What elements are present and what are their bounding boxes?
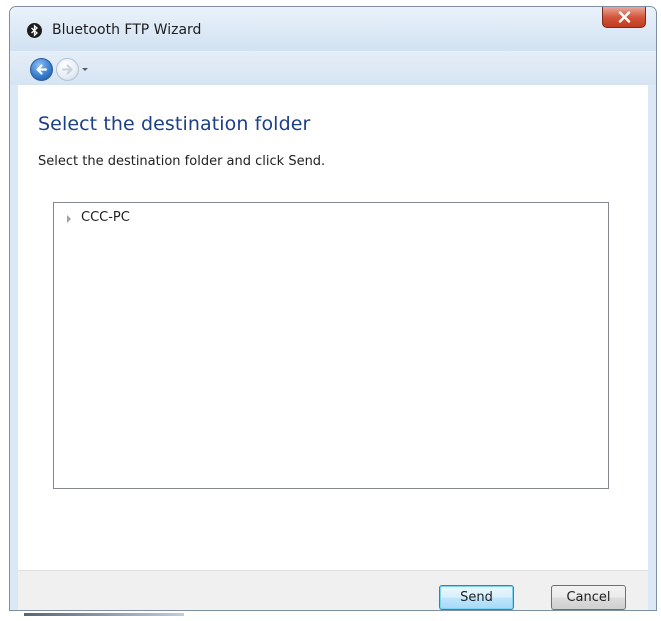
expand-arrow-icon[interactable]: [67, 215, 71, 223]
navigation-bar: [10, 51, 656, 85]
back-arrow-icon: [36, 64, 48, 75]
wizard-content: Select the destination folder Select the…: [18, 85, 648, 570]
taskbar-edge: [24, 613, 184, 616]
tree-item-label[interactable]: CCC-PC: [81, 210, 130, 225]
bluetooth-icon: [27, 23, 42, 38]
close-button[interactable]: [602, 7, 646, 28]
folder-tree[interactable]: CCC-PC: [53, 202, 609, 489]
close-icon: [618, 11, 631, 23]
button-bar: Send Cancel: [18, 570, 648, 610]
chevron-down-icon[interactable]: [82, 68, 88, 71]
title-bar[interactable]: Bluetooth FTP Wizard: [10, 7, 656, 51]
back-button[interactable]: [30, 58, 53, 81]
instruction-text: Select the destination folder and click …: [38, 154, 326, 169]
send-button[interactable]: Send: [439, 585, 514, 610]
forward-arrow-icon: [62, 64, 73, 75]
page-title: Select the destination folder: [38, 113, 311, 135]
wizard-window: Bluetooth FTP Wizard Select the destinat…: [9, 6, 657, 611]
forward-button[interactable]: [56, 58, 79, 81]
cancel-button[interactable]: Cancel: [551, 585, 626, 610]
window-title: Bluetooth FTP Wizard: [52, 22, 202, 38]
